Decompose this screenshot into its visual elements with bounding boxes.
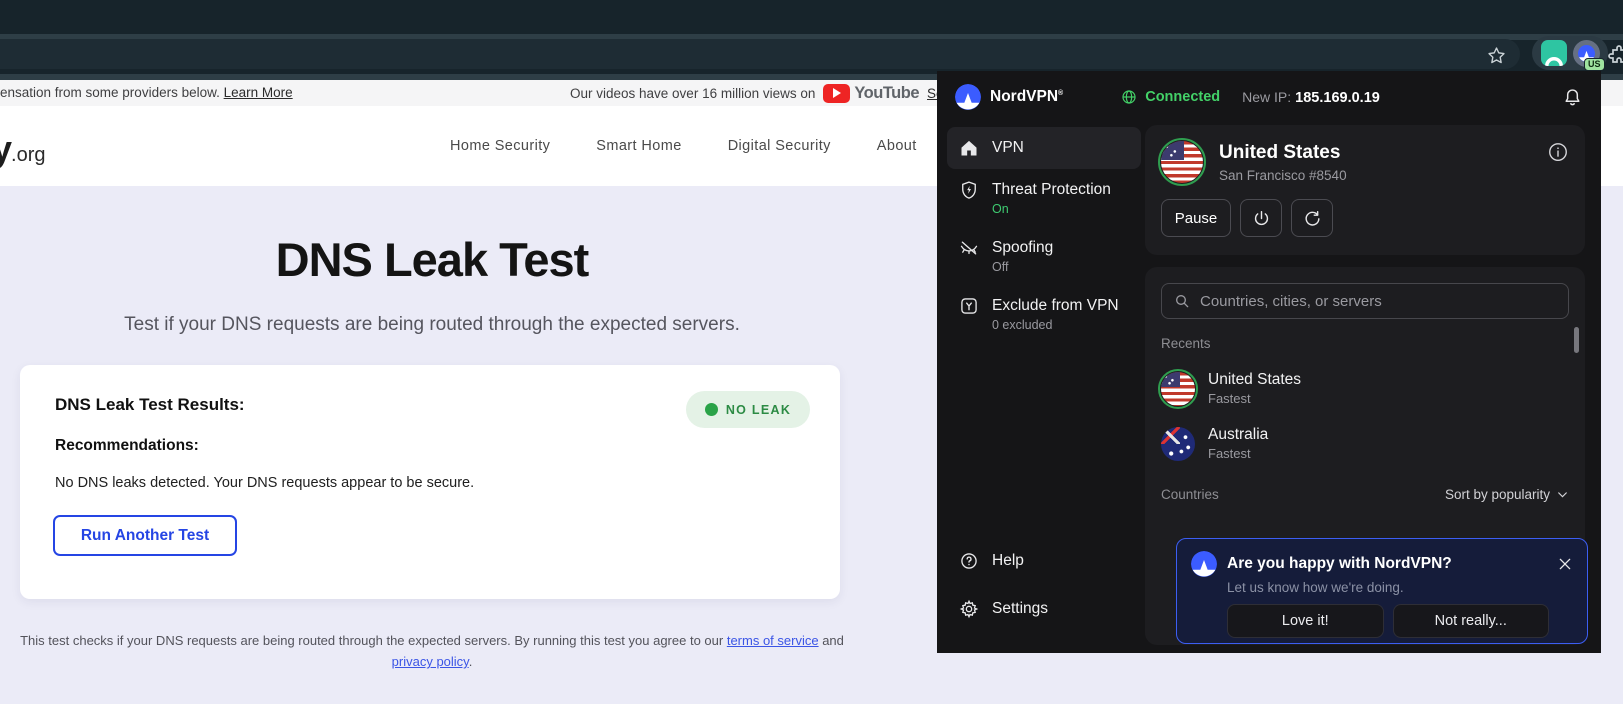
results-title: DNS Leak Test Results: <box>55 395 245 414</box>
youtube-logo[interactable]: YouTube <box>823 83 920 103</box>
recents-label: Recents <box>1161 336 1211 351</box>
nordvpn-logo-icon <box>955 84 981 110</box>
nordvpn-brand: NordVPN® <box>955 84 1063 110</box>
nav-digital-security[interactable]: Digital Security <box>728 138 831 154</box>
us-flag-icon <box>1158 368 1198 409</box>
status-dot-icon <box>704 403 718 416</box>
eye-off-icon <box>959 238 979 258</box>
browser-chrome: US <box>0 0 1623 80</box>
address-bar[interactable] <box>0 39 1520 69</box>
privacy-policy-link[interactable]: privacy policy <box>392 654 469 669</box>
nav-links: Home Security Smart Home Digital Securit… <box>450 106 917 186</box>
recent-australia[interactable]: Australia Fastest <box>1161 416 1569 471</box>
reconnect-refresh-button[interactable] <box>1291 199 1333 237</box>
sidebar-item-spoofing[interactable]: Spoofing Off <box>947 227 1141 285</box>
sidebar-item-vpn[interactable]: VPN <box>947 127 1141 169</box>
vpn-header: NordVPN® Connected New IP: 185.169.0.19 <box>937 71 1601 123</box>
connected-label: Connected <box>1145 89 1221 105</box>
scrollbar-thumb[interactable] <box>1574 327 1579 353</box>
threat-protection-state: On <box>992 202 1009 216</box>
connection-card: United States San Francisco #8540 Pause <box>1145 125 1585 255</box>
shield-bolt-icon <box>959 180 979 200</box>
terms-of-service-link[interactable]: terms of service <box>727 633 819 648</box>
recommendations-title: Recommendations: <box>55 437 199 454</box>
nordvpn-logo-icon <box>1191 551 1217 577</box>
site-logo[interactable]: y.org <box>0 128 46 170</box>
run-another-test-button[interactable]: Run Another Test <box>53 515 237 556</box>
settings-item[interactable]: Settings <box>959 599 1048 619</box>
search-placeholder: Countries, cities, or servers <box>1200 292 1382 310</box>
nav-about[interactable]: About <box>877 138 917 154</box>
help-icon <box>959 551 979 571</box>
us-region-badge: US <box>1583 57 1605 71</box>
page-title: DNS Leak Test <box>275 233 590 286</box>
connected-country: United States <box>1219 141 1341 163</box>
youtube-promo: Our videos have over 16 million views on… <box>570 80 965 106</box>
extensions-pill: US <box>1532 36 1608 71</box>
nordvpn-account-icon[interactable]: US <box>1572 39 1605 71</box>
recent-united-states[interactable]: United States Fastest <box>1158 361 1569 416</box>
countries-label: Countries <box>1161 487 1219 502</box>
feedback-subtitle: Let us know how we're doing. <box>1227 580 1404 595</box>
vpn-sidebar: VPN Threat Protection On Spoofing Off Ex… <box>947 127 1141 343</box>
notifications-bell-icon[interactable] <box>1562 87 1583 108</box>
not-really-button[interactable]: Not really... <box>1392 604 1549 638</box>
feedback-title: Are you happy with NordVPN? <box>1227 555 1452 572</box>
page-subtitle: Test if your DNS requests are being rout… <box>124 314 740 335</box>
recommendations-text: No DNS leaks detected. Your DNS requests… <box>55 475 475 491</box>
sidebar-item-exclude-from-vpn[interactable]: Exclude from VPN 0 excluded <box>947 285 1141 343</box>
disclosure-text: ensation from some providers below. Lear… <box>0 85 293 100</box>
ip-address: 185.169.0.19 <box>1295 89 1380 106</box>
connected-server: San Francisco #8540 <box>1219 167 1347 183</box>
new-ip: New IP: 185.169.0.19 <box>1242 88 1380 106</box>
extensions-puzzle-icon[interactable] <box>1608 44 1623 68</box>
youtube-play-icon <box>823 83 851 103</box>
nordvpn-extension-icon[interactable] <box>1540 40 1567 66</box>
sidebar-item-threat-protection[interactable]: Threat Protection On <box>947 169 1141 227</box>
status-badge: NO LEAK <box>686 391 810 428</box>
search-icon <box>1176 295 1189 308</box>
sort-by-dropdown[interactable]: Sort by popularity <box>1445 487 1569 502</box>
globe-icon <box>1122 90 1136 104</box>
server-search-input[interactable]: Countries, cities, or servers <box>1161 283 1569 319</box>
chevron-down-icon <box>1558 492 1567 498</box>
pause-button[interactable]: Pause <box>1161 199 1231 237</box>
vpn-sidebar-bottom: Help Settings <box>959 551 1048 647</box>
feedback-dialog: Are you happy with NordVPN? Let us know … <box>1176 538 1588 644</box>
nav-smart-home[interactable]: Smart Home <box>596 138 681 154</box>
split-route-icon <box>959 296 979 316</box>
close-icon[interactable] <box>1557 556 1573 572</box>
connection-status: Connected <box>1121 89 1220 105</box>
disconnect-power-button[interactable] <box>1240 199 1282 237</box>
learn-more-link[interactable]: Learn More <box>224 85 293 100</box>
page-footer: This test checks if your DNS requests ar… <box>20 633 844 670</box>
house-icon <box>959 138 979 158</box>
nordvpn-panel: NordVPN® Connected New IP: 185.169.0.19 V… <box>937 71 1601 653</box>
nav-home-security[interactable]: Home Security <box>450 138 550 154</box>
recents-list: United States Fastest Australia Fastest <box>1158 361 1569 471</box>
bookmark-star-icon[interactable] <box>1486 45 1507 66</box>
love-it-button[interactable]: Love it! <box>1227 604 1384 638</box>
help-item[interactable]: Help <box>959 551 1048 571</box>
youtube-promo-text: Our videos have over 16 million views on <box>570 85 816 101</box>
exclude-count: 0 excluded <box>992 318 1053 332</box>
au-flag-icon <box>1161 426 1195 461</box>
gear-icon <box>959 599 979 619</box>
spoofing-state: Off <box>992 260 1009 274</box>
us-flag-connected <box>1158 138 1206 186</box>
info-icon[interactable] <box>1547 141 1569 163</box>
results-card: DNS Leak Test Results: NO LEAK Recommend… <box>20 365 840 599</box>
